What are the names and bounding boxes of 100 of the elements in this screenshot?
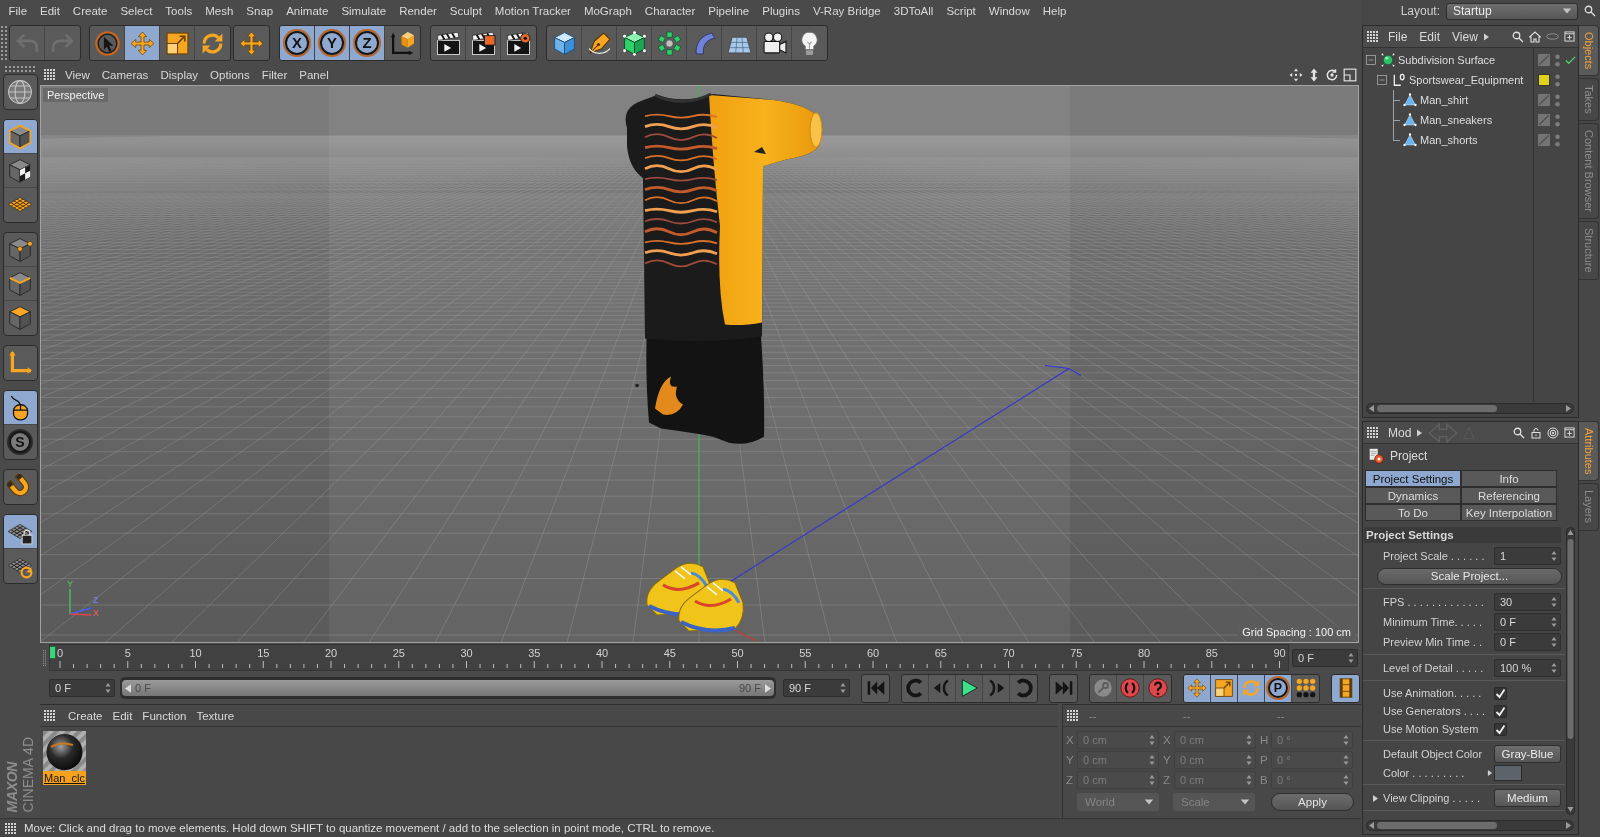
checkbox[interactable]	[1494, 686, 1507, 700]
visibility-dots-icon[interactable]	[1555, 113, 1560, 127]
checkbox[interactable]	[1494, 722, 1507, 736]
move-arrows-icon[interactable]	[1289, 67, 1303, 82]
menu-item[interactable]: Edit	[33, 5, 67, 17]
workplane-lock-button[interactable]	[3, 515, 37, 549]
dropdown[interactable]: Gray-Blue	[1494, 745, 1561, 763]
object-name[interactable]: Man_shorts	[1420, 134, 1478, 146]
number-field[interactable]: 0 F	[1494, 633, 1561, 651]
move-button[interactable]	[233, 25, 270, 61]
side-tab[interactable]: Attributes	[1579, 421, 1599, 482]
menu-item[interactable]: Sculpt	[443, 5, 489, 17]
grip-icon[interactable]	[42, 649, 47, 666]
menu-item[interactable]: Options	[204, 68, 256, 81]
grip-icon[interactable]	[1367, 31, 1378, 42]
menu-item[interactable]: Render	[392, 5, 444, 17]
search-icon[interactable]	[1512, 30, 1524, 43]
max-frame-field[interactable]: 90 F	[783, 679, 850, 697]
menu-item[interactable]: Script	[939, 5, 983, 17]
menu-item[interactable]: MoGraph	[577, 5, 639, 17]
menu-item[interactable]: File	[2, 5, 34, 17]
object-name[interactable]: Man_shirt	[1420, 94, 1469, 106]
object-name[interactable]: Man_sneakers	[1420, 114, 1493, 126]
axis-button[interactable]: Z	[350, 26, 385, 60]
side-tab[interactable]: Objects	[1579, 25, 1599, 77]
menu-item[interactable]: Create	[66, 5, 114, 17]
tab[interactable]: To Do	[1365, 504, 1461, 521]
axis-button[interactable]: X	[280, 26, 315, 60]
menu-item[interactable]: Display	[154, 68, 205, 81]
menu-item[interactable]: Create	[63, 709, 108, 722]
layout-dropdown[interactable]: Startup	[1446, 2, 1578, 20]
object-name[interactable]: Subdivision Surface	[1398, 54, 1496, 66]
key-position-button[interactable]	[1184, 674, 1211, 702]
grip-icon[interactable]	[44, 710, 55, 721]
move-button[interactable]	[125, 26, 160, 60]
menu-item[interactable]: Tools	[158, 5, 199, 17]
tab[interactable]: Key Interpolation	[1461, 504, 1557, 521]
menu-item[interactable]: Cameras	[95, 68, 155, 81]
go-end-button[interactable]	[1049, 673, 1078, 703]
collapse-box-icon[interactable]	[1377, 75, 1387, 85]
viewport[interactable]: Perspective Grid Spacing : 100 cm Y Z X	[40, 85, 1359, 643]
timeline-ruler[interactable]: 0 5 10 15 20 25 30 35 40 45 50 55 60 65 70 75 80 85 90	[49, 644, 1289, 671]
plus-box-icon[interactable]	[1564, 427, 1575, 438]
visibility-dots-icon[interactable]	[1555, 73, 1560, 87]
menu-item[interactable]: Pipeline	[701, 5, 756, 17]
menu-item[interactable]: Window	[982, 5, 1037, 17]
key-rotation-button[interactable]	[1238, 674, 1265, 702]
visibility-dots-icon[interactable]	[1555, 53, 1560, 67]
min-frame-field[interactable]: 0 F	[49, 679, 115, 697]
menu-item[interactable]: Texture	[191, 709, 240, 722]
material-thumbnail[interactable]	[43, 731, 86, 771]
grip-icon[interactable]	[5, 66, 35, 72]
visibility-dots-icon[interactable]	[1555, 93, 1560, 107]
check-icon[interactable]	[1565, 54, 1576, 66]
number-field[interactable]: 1	[1494, 547, 1561, 565]
number-field[interactable]: 100 %	[1494, 659, 1561, 677]
search-icon[interactable]	[1584, 5, 1596, 17]
triangle-right-icon[interactable]	[1487, 770, 1493, 776]
menu-item[interactable]: 3DToAll	[887, 5, 940, 17]
vertical-scrollbar[interactable]	[1566, 527, 1575, 815]
grip-icon[interactable]	[5, 822, 16, 834]
grip-icon[interactable]	[1, 26, 7, 60]
plus-box-icon[interactable]	[1564, 31, 1575, 42]
make-editable-button[interactable]	[2, 74, 38, 110]
triangle-right-icon[interactable]	[1417, 428, 1423, 437]
key-parameter-button[interactable]: P	[1265, 674, 1292, 702]
grip-icon[interactable]	[1367, 427, 1378, 438]
menu-item[interactable]: Mesh	[198, 5, 240, 17]
menu-item[interactable]: Animate	[279, 5, 335, 17]
field-button[interactable]: Scale Project...	[1377, 567, 1562, 585]
record-active-button[interactable]	[1117, 674, 1144, 702]
material-name[interactable]: Man_clc	[43, 771, 86, 785]
tweak-button[interactable]	[3, 391, 37, 425]
collapse-box-icon[interactable]	[1366, 55, 1376, 65]
window-icon[interactable]	[1343, 67, 1357, 82]
menu-item[interactable]: Character	[638, 5, 702, 17]
menu-item[interactable]: File	[1382, 29, 1414, 44]
menu-item[interactable]: Motion Tracker	[488, 5, 578, 17]
checkbox[interactable]	[1494, 704, 1507, 718]
model-button[interactable]	[3, 120, 37, 154]
horizontal-scrollbar[interactable]	[1366, 403, 1574, 414]
menu-item[interactable]: View	[1446, 29, 1484, 44]
timeline-button[interactable]	[1331, 673, 1360, 703]
tab[interactable]: Project Settings	[1365, 470, 1461, 487]
home-icon[interactable]	[1529, 30, 1541, 43]
menu-item[interactable]: View	[59, 68, 96, 81]
menu-item[interactable]: Help	[1036, 5, 1073, 17]
solo-button[interactable]: S	[3, 425, 37, 459]
go-start-button[interactable]	[861, 673, 890, 703]
menu-item[interactable]: Plugins	[755, 5, 807, 17]
key-scale-button[interactable]	[1211, 674, 1238, 702]
layer-swatch-icon[interactable]	[1538, 74, 1550, 86]
color-swatch-icon[interactable]	[1494, 765, 1522, 781]
grip-icon[interactable]	[1067, 710, 1078, 721]
menu-item[interactable]: Panel	[293, 68, 335, 81]
menu-item[interactable]: Edit	[1413, 29, 1447, 44]
tab[interactable]: Referencing	[1461, 487, 1557, 504]
menu-item[interactable]: Simulate	[334, 5, 393, 17]
number-field[interactable]: 30	[1494, 593, 1561, 611]
grip-icon[interactable]	[44, 69, 55, 80]
